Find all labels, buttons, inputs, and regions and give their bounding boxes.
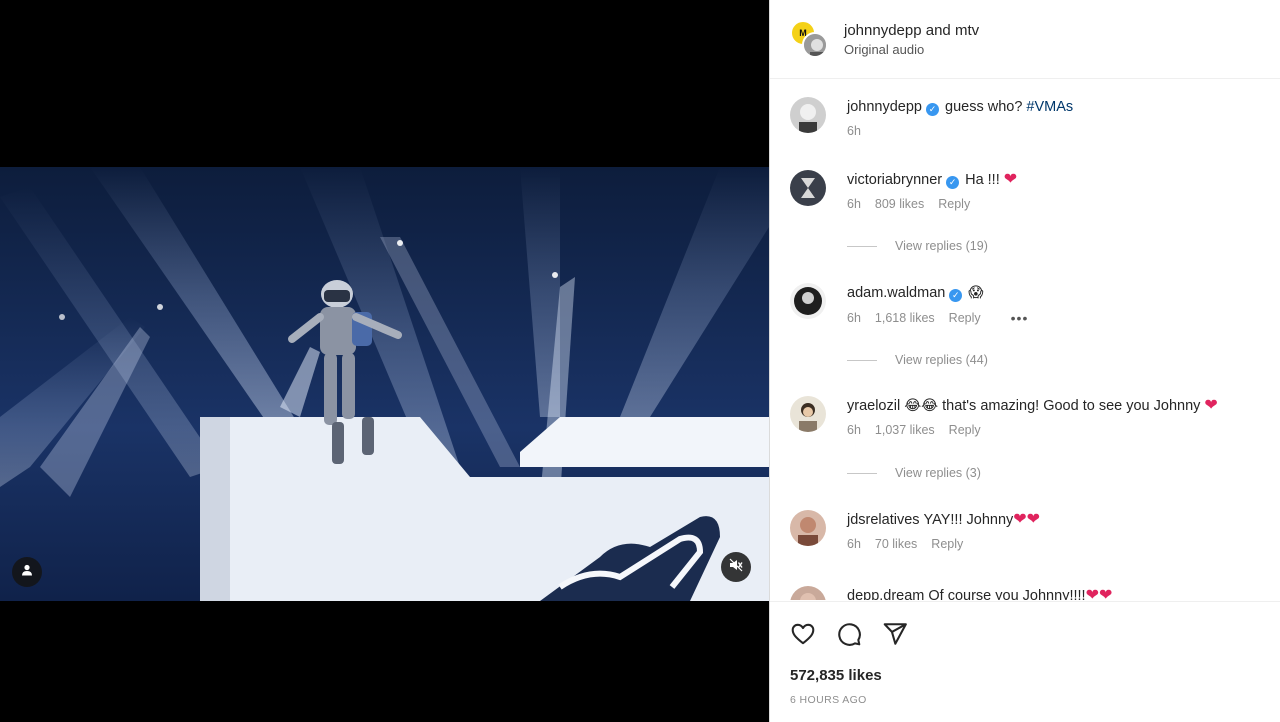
send-icon — [883, 623, 907, 645]
view-replies-button[interactable]: View replies (19) — [847, 239, 988, 253]
avatar[interactable] — [790, 97, 826, 133]
video-player[interactable] — [0, 167, 769, 601]
verified-badge-icon: ✓ — [926, 103, 939, 116]
share-button[interactable] — [882, 621, 908, 647]
reply-button[interactable]: Reply — [931, 537, 963, 551]
mute-button[interactable] — [721, 552, 751, 582]
header-joiner: and — [925, 21, 951, 39]
comment-likes[interactable]: 70 likes — [875, 537, 917, 551]
verified-badge-icon: ✓ — [949, 289, 963, 302]
heart-emoji-icon: ❤❤ — [1013, 511, 1041, 528]
view-replies-button[interactable]: View replies (44) — [847, 353, 988, 367]
caption-time: 6h — [847, 124, 861, 138]
post-header: M johnnydepp and mtv Original audio — [770, 0, 1280, 79]
hashtag-link[interactable]: #VMAs — [1026, 99, 1073, 115]
comment-time: 6h — [847, 537, 861, 551]
comment-button[interactable] — [836, 621, 862, 647]
caption-username[interactable]: johnnydepp — [847, 99, 922, 115]
avatar[interactable] — [790, 510, 826, 546]
comment-text: 😂😂 that's amazing! Good to see you Johnn… — [904, 398, 1201, 414]
comment-text: Ha !!! — [965, 172, 1000, 188]
comment-icon — [838, 623, 861, 646]
reply-button[interactable]: Reply — [949, 311, 981, 325]
comment-text: YAY!!! Johnny — [923, 512, 1014, 528]
avatar[interactable] — [790, 586, 826, 600]
comments-list[interactable]: johnnydepp ✓ guess who? #VMAs 6h victoriab… — [770, 80, 1280, 600]
comment-text: 😱 — [968, 285, 984, 301]
post-actions: 572,835 likes 6 HOURS AGO — [770, 601, 1280, 706]
comment-username[interactable]: adam.waldman — [847, 285, 945, 301]
comment-username[interactable]: depp.dream — [847, 588, 924, 600]
comment-likes[interactable]: 1,037 likes — [875, 423, 935, 437]
johnnydepp-avatar — [802, 32, 828, 58]
comment-time: 6h — [847, 197, 861, 211]
comment-likes[interactable]: 809 likes — [875, 197, 924, 211]
comment-item: adam.waldman ✓ 😱 6h 1,618 likes Reply ••• — [790, 283, 1264, 326]
header-user2-link[interactable]: mtv — [955, 22, 979, 39]
reply-button[interactable]: Reply — [949, 423, 981, 437]
more-options-icon[interactable]: ••• — [1011, 310, 1029, 326]
view-replies-label: View replies (44) — [895, 353, 988, 367]
likes-count[interactable]: 572,835 likes — [790, 667, 1260, 684]
comment-item: jdsrelatives YAY!!! Johnny❤❤ 6h 70 likes … — [790, 510, 1264, 551]
comment-item: depp.dream Of course you Johnny!!!!❤❤ — [790, 586, 1264, 600]
comment-item: victoriabrynner ✓ Ha !!! ❤ 6h 809 likes Re… — [790, 170, 1264, 211]
avatar[interactable] — [790, 396, 826, 432]
comment-username[interactable]: jdsrelatives — [847, 512, 920, 528]
comment-text: Of course you Johnny!!!! — [928, 588, 1086, 600]
post-side-panel: M johnnydepp and mtv Original audio john… — [769, 0, 1280, 722]
user-icon — [21, 563, 33, 581]
comment-time: 6h — [847, 311, 861, 325]
view-replies-button[interactable]: View replies (3) — [847, 466, 981, 480]
audio-link[interactable]: Original audio — [844, 42, 979, 57]
header-user1-link[interactable]: johnnydepp — [844, 22, 922, 39]
comment-item: yraelozil 😂😂 that's amazing! Good to see … — [790, 396, 1264, 437]
post-media — [0, 0, 769, 722]
heart-icon — [791, 623, 815, 645]
collab-avatar[interactable]: M — [790, 20, 828, 58]
video-frame — [0, 167, 769, 601]
post-timestamp: 6 HOURS AGO — [790, 694, 867, 706]
comment-time: 6h — [847, 423, 861, 437]
caption-text: guess who? — [945, 99, 1023, 115]
heart-emoji-icon: ❤❤ — [1085, 587, 1113, 600]
avatar[interactable] — [790, 170, 826, 206]
comment-username[interactable]: yraelozil — [847, 398, 900, 414]
speaker-muted-icon — [729, 558, 743, 577]
avatar[interactable] — [790, 283, 826, 319]
tagged-people-button[interactable] — [12, 557, 42, 587]
like-button[interactable] — [790, 621, 816, 647]
view-replies-label: View replies (3) — [895, 466, 981, 480]
comment-username[interactable]: victoriabrynner — [847, 172, 942, 188]
caption: johnnydepp ✓ guess who? #VMAs 6h — [790, 97, 1264, 138]
heart-emoji-icon: ❤ — [1003, 171, 1018, 188]
verified-badge-icon: ✓ — [946, 176, 960, 189]
view-replies-label: View replies (19) — [895, 239, 988, 253]
heart-emoji-icon: ❤ — [1204, 397, 1218, 414]
comment-likes[interactable]: 1,618 likes — [875, 311, 935, 325]
reply-button[interactable]: Reply — [938, 197, 970, 211]
